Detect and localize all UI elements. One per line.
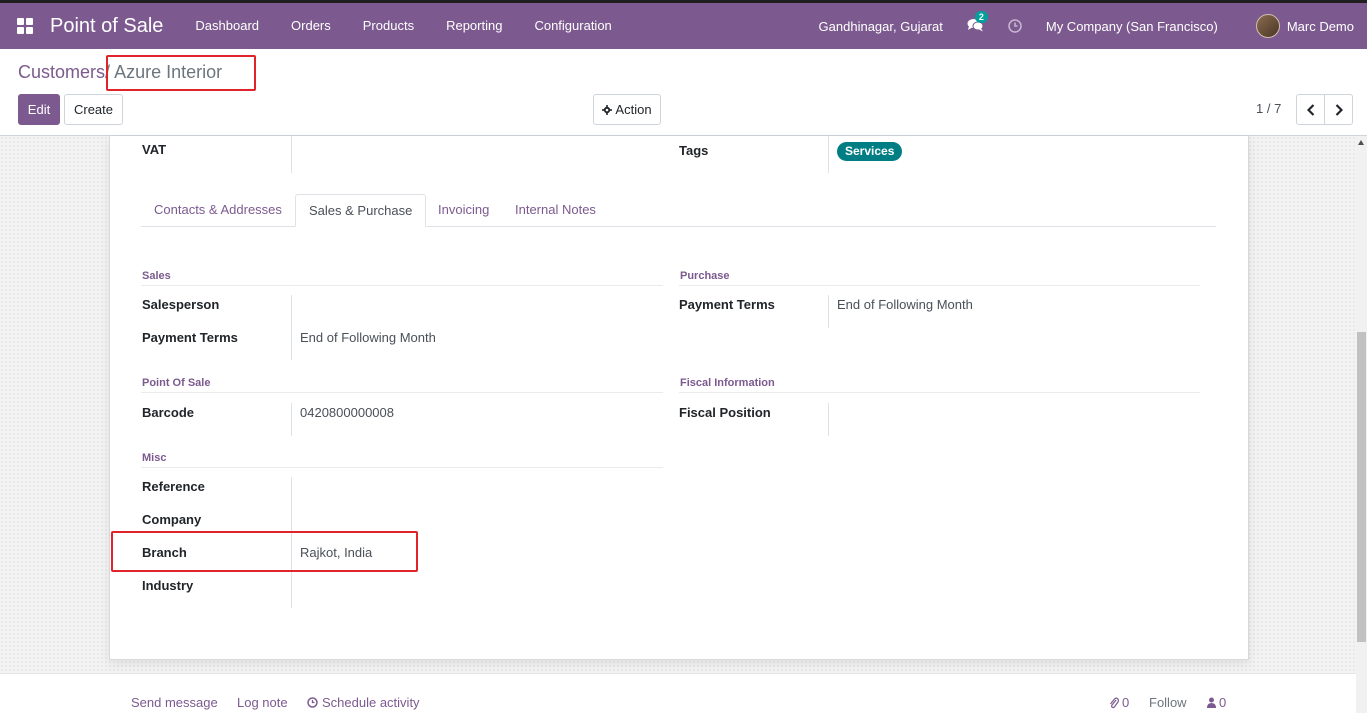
- chevron-right-icon: [1335, 103, 1343, 116]
- tag-badge[interactable]: Services: [837, 142, 903, 161]
- messaging-menu[interactable]: 2: [955, 10, 996, 35]
- gear-icon: [602, 104, 613, 115]
- tags-field[interactable]: [828, 136, 829, 173]
- breadcrumb-customers[interactable]: Customers: [18, 62, 105, 82]
- sales-payment-terms-value[interactable]: End of Following Month: [300, 330, 436, 345]
- user-menu[interactable]: Marc Demo: [1230, 14, 1367, 38]
- purchase-payment-terms-value[interactable]: End of Following Month: [837, 297, 973, 312]
- vat-field[interactable]: [291, 136, 292, 173]
- notebook-tabs: Contacts & Addresses Sales & Purchase In…: [141, 194, 1216, 227]
- company-label: Company: [142, 512, 202, 527]
- reference-label: Reference: [142, 479, 205, 494]
- action-button[interactable]: Action: [593, 94, 661, 125]
- section-divider: [679, 392, 1200, 393]
- action-label: Action: [615, 102, 652, 117]
- app-brand[interactable]: Point of Sale: [50, 15, 163, 38]
- activity-menu[interactable]: [996, 19, 1034, 33]
- tab-internal-notes[interactable]: Internal Notes: [502, 194, 609, 227]
- log-note-button[interactable]: Log note: [237, 695, 288, 710]
- scroll-up-icon[interactable]: [1358, 140, 1364, 145]
- sales-payment-terms-label: Payment Terms: [142, 330, 238, 345]
- edit-button[interactable]: Edit: [18, 94, 60, 125]
- attachments-button[interactable]: 0: [1109, 695, 1129, 710]
- user-name: Marc Demo: [1286, 18, 1354, 34]
- purchase-fields-divider: [828, 295, 829, 328]
- followers-button[interactable]: 0: [1207, 695, 1226, 710]
- sales-fields-divider: [291, 295, 292, 360]
- barcode-label: Barcode: [142, 405, 195, 420]
- section-divider: [679, 285, 1200, 286]
- barcode-divider: [291, 403, 292, 436]
- section-pos-title: Point Of Sale: [142, 377, 211, 389]
- barcode-value[interactable]: 0420800000008: [300, 405, 394, 420]
- navbar-systray: Gandhinagar, Gujarat 2 My Company (San F…: [807, 3, 1367, 49]
- highlight-breadcrumb: [106, 55, 256, 91]
- menu-products[interactable]: Products: [347, 3, 430, 49]
- apps-menu-icon[interactable]: [0, 3, 50, 49]
- scrollbar[interactable]: [1356, 136, 1367, 713]
- chat-icon: 2: [967, 10, 988, 35]
- purchase-payment-terms-label: Payment Terms: [679, 297, 775, 312]
- fiscal-position-label: Fiscal Position: [679, 405, 771, 420]
- salesperson-label: Salesperson: [142, 297, 220, 312]
- follow-button[interactable]: Follow: [1149, 695, 1187, 710]
- menu-dashboard[interactable]: Dashboard: [179, 3, 275, 49]
- section-fiscal-title: Fiscal Information: [680, 377, 775, 389]
- tab-invoicing[interactable]: Invoicing: [425, 194, 502, 227]
- menu-reporting[interactable]: Reporting: [430, 3, 518, 49]
- pager-next-button[interactable]: [1324, 94, 1353, 125]
- menu-configuration[interactable]: Configuration: [518, 3, 627, 49]
- chevron-left-icon: [1306, 103, 1314, 116]
- section-purchase-title: Purchase: [680, 270, 730, 282]
- followers-count: 0: [1219, 695, 1227, 710]
- clock-icon: [1008, 19, 1022, 33]
- section-sales-title: Sales: [142, 270, 171, 282]
- chatter-bar: Send message Log note Schedule activity …: [0, 673, 1356, 713]
- highlight-branch-field: [111, 531, 418, 572]
- scrollbar-thumb[interactable]: [1357, 332, 1366, 642]
- tab-sales-purchase[interactable]: Sales & Purchase: [295, 194, 427, 227]
- section-misc-title: Misc: [142, 452, 167, 464]
- section-divider: [141, 285, 663, 286]
- schedule-activity-button[interactable]: Schedule activity: [307, 695, 420, 710]
- top-navbar: Point of Sale Dashboard Orders Products …: [0, 0, 1367, 49]
- company-switcher[interactable]: My Company (San Francisco): [1034, 19, 1230, 34]
- attachments-count: 0: [1122, 695, 1130, 710]
- vat-label: VAT: [142, 142, 167, 157]
- section-divider: [141, 467, 663, 468]
- fiscal-position-field[interactable]: [828, 403, 829, 436]
- paperclip-icon: [1110, 697, 1119, 708]
- section-divider: [141, 392, 663, 393]
- industry-label: Industry: [142, 578, 194, 593]
- chat-badge: 2: [974, 10, 988, 23]
- user-icon: [1207, 697, 1216, 708]
- menu-orders[interactable]: Orders: [275, 3, 347, 49]
- schedule-activity-label: Schedule activity: [322, 695, 420, 710]
- clock-icon: [307, 697, 318, 708]
- send-message-button[interactable]: Send message: [131, 695, 218, 710]
- create-button[interactable]: Create: [64, 94, 123, 125]
- tab-contacts-addresses[interactable]: Contacts & Addresses: [141, 194, 295, 227]
- branch-switcher[interactable]: Gandhinagar, Gujarat: [807, 19, 955, 34]
- pager-previous-button[interactable]: [1296, 94, 1325, 125]
- avatar: [1255, 14, 1280, 38]
- pager-value[interactable]: 1 / 7: [1256, 101, 1281, 116]
- tags-label: Tags: [679, 143, 709, 158]
